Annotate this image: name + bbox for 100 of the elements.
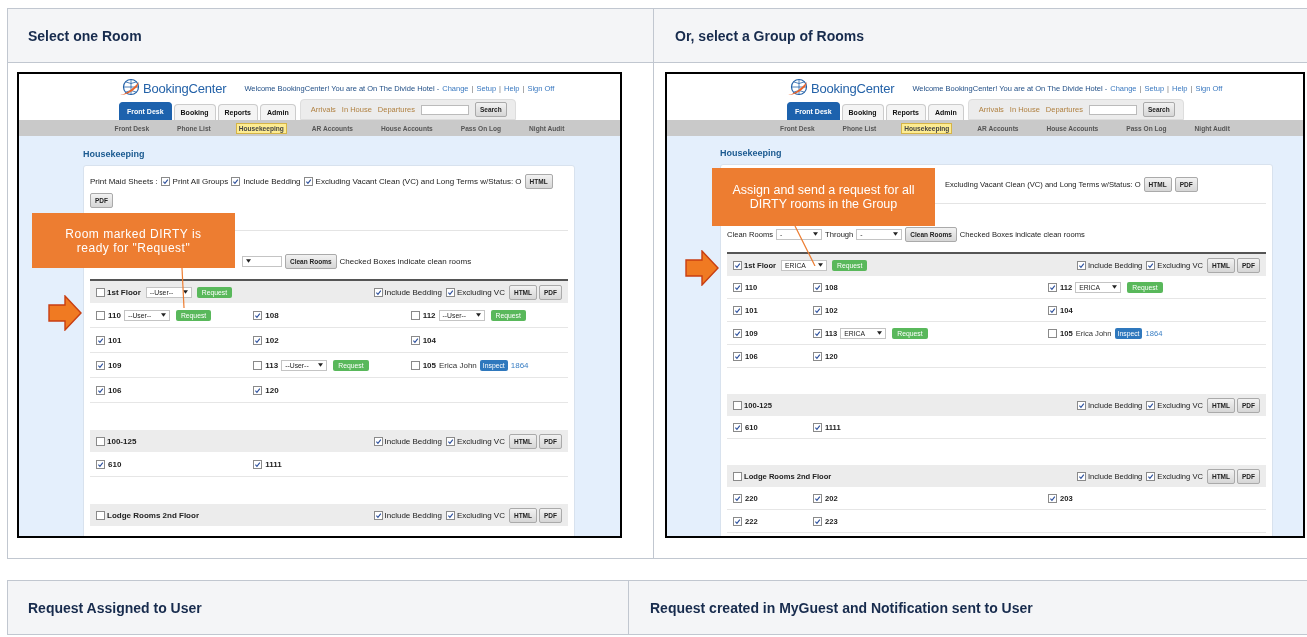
checkbox[interactable] <box>1048 282 1057 292</box>
room-number: 105 <box>422 360 436 370</box>
checkbox[interactable] <box>96 335 105 345</box>
option-label: Include Bedding <box>384 510 442 520</box>
arrow-icon <box>48 295 82 331</box>
room-number: 102 <box>265 335 279 345</box>
room-number: 113 <box>265 360 279 370</box>
checkbox[interactable] <box>373 287 383 297</box>
checkbox[interactable] <box>410 310 420 320</box>
checkbox[interactable] <box>303 177 313 186</box>
checkbox[interactable] <box>253 459 263 469</box>
group-name: 100-125 <box>107 436 137 446</box>
room-number: 610 <box>108 459 122 469</box>
arrow-icon <box>685 250 719 286</box>
caret-icon <box>877 331 883 335</box>
print-text: Print Maid Sheets : <box>90 177 158 186</box>
checkbox[interactable] <box>96 510 105 520</box>
guest-name: Erica John <box>439 360 477 370</box>
caret-icon <box>1112 285 1118 289</box>
checkbox[interactable] <box>733 351 742 361</box>
checkbox[interactable] <box>253 310 263 320</box>
option-label: Excluding VC <box>456 510 505 520</box>
checkbox[interactable] <box>96 360 105 370</box>
search-field[interactable] <box>420 104 469 115</box>
checkbox[interactable] <box>733 328 742 338</box>
checkbox[interactable] <box>96 287 105 297</box>
column-header: Select one Room <box>28 27 142 44</box>
checkbox[interactable] <box>1076 260 1086 270</box>
checkbox[interactable] <box>373 510 383 520</box>
checkbox[interactable] <box>813 282 822 292</box>
checkbox[interactable] <box>253 385 263 395</box>
caret-icon <box>182 290 188 294</box>
checkbox[interactable] <box>253 360 263 370</box>
room-number: 109 <box>108 360 122 370</box>
checkbox[interactable] <box>813 516 822 526</box>
checkbox[interactable] <box>1048 305 1057 315</box>
checkbox[interactable] <box>1146 260 1156 270</box>
checkbox[interactable] <box>445 510 455 520</box>
checkbox[interactable] <box>160 177 170 186</box>
caret-icon <box>475 313 481 317</box>
checkbox[interactable] <box>1076 471 1086 481</box>
checkbox[interactable] <box>96 459 105 469</box>
checkbox[interactable] <box>813 493 822 503</box>
checkbox[interactable] <box>1048 493 1057 503</box>
print-option-label: Include Bedding <box>243 177 301 186</box>
record-link[interactable]: 1864 <box>510 360 529 370</box>
leader-line <box>179 268 187 308</box>
callout: Assign and send a request for all DIRTY rooms in the Group <box>712 168 935 226</box>
checkbox[interactable] <box>733 493 742 503</box>
clean-rooms-text: Checked Boxes indicate clean rooms <box>339 256 472 266</box>
checkbox[interactable] <box>733 516 742 526</box>
checkbox[interactable] <box>733 282 742 292</box>
room-number: 101 <box>108 335 122 345</box>
column-header: Request created in MyGuest and Notification sent to User <box>650 599 1033 616</box>
page-title: Housekeeping <box>83 149 146 161</box>
option-label: Include Bedding <box>384 287 442 297</box>
caret-icon <box>318 363 324 367</box>
checkbox[interactable] <box>96 385 105 395</box>
page-title: Housekeeping <box>720 148 783 160</box>
caret-icon <box>893 232 899 236</box>
checkbox[interactable] <box>410 360 420 370</box>
checkbox[interactable] <box>253 335 263 345</box>
room-number: 108 <box>265 310 279 320</box>
search-field[interactable] <box>1088 104 1137 115</box>
checkbox[interactable] <box>1076 400 1086 410</box>
checkbox[interactable] <box>733 260 742 270</box>
room-number: 106 <box>108 385 122 395</box>
room-number: 1111 <box>265 459 282 469</box>
room-number: 110 <box>108 310 121 320</box>
checkbox[interactable] <box>733 305 742 315</box>
checkbox[interactable] <box>96 310 105 320</box>
column-header: Or, select a Group of Rooms <box>675 27 865 44</box>
checkbox[interactable] <box>1048 328 1057 338</box>
checkbox[interactable] <box>813 328 822 338</box>
option-label: Excluding VC <box>456 287 505 297</box>
print-option-label: Excluding Vacant Clean (VC) and Long Terms w/Status: O <box>315 177 522 186</box>
checkbox[interactable] <box>1146 471 1156 481</box>
checkbox[interactable] <box>733 400 742 410</box>
checkbox[interactable] <box>733 422 742 432</box>
checkbox[interactable] <box>373 436 383 446</box>
checkbox[interactable] <box>96 436 105 446</box>
checkbox[interactable] <box>1146 400 1156 410</box>
room-number: 112 <box>422 310 436 320</box>
checkbox[interactable] <box>410 335 420 345</box>
option-label: Excluding VC <box>456 436 505 446</box>
callout: Room marked DIRTY is ready for "Request" <box>32 213 235 268</box>
caret-icon <box>813 232 818 236</box>
checkbox[interactable] <box>445 287 455 297</box>
globe-logo-icon <box>119 78 141 98</box>
checkbox[interactable] <box>733 471 742 481</box>
print-option-label: Print All Groups <box>172 177 229 186</box>
checkbox[interactable] <box>231 177 241 186</box>
group-name: 1st Floor <box>107 287 141 297</box>
brand-name: BookingCenter <box>811 80 895 96</box>
checkbox[interactable] <box>813 351 822 361</box>
option-label: Include Bedding <box>384 436 442 446</box>
checkbox[interactable] <box>813 422 822 432</box>
column-header: Request Assigned to User <box>28 599 202 616</box>
checkbox[interactable] <box>445 436 455 446</box>
checkbox[interactable] <box>813 305 822 315</box>
